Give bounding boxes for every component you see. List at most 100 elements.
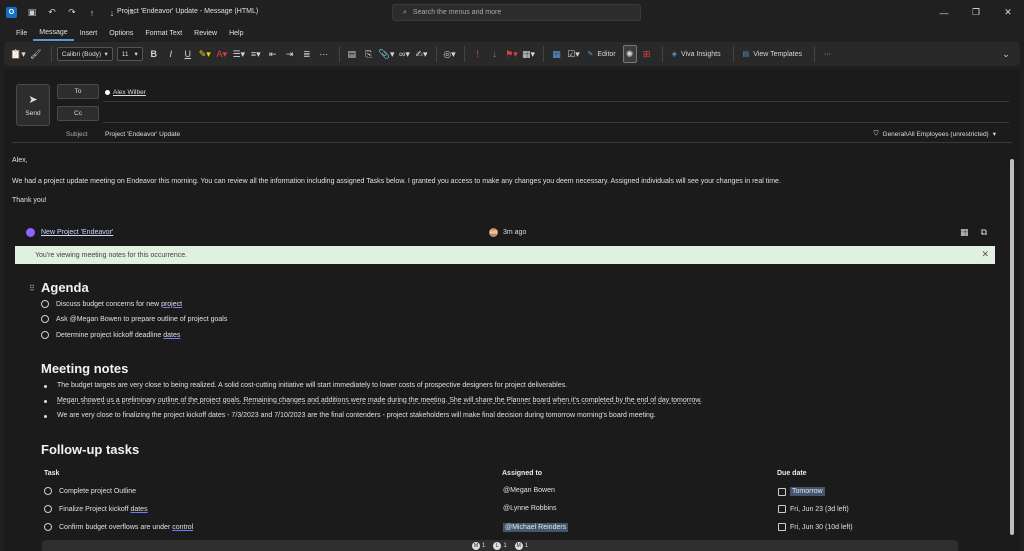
body-paragraph[interactable]: We had a project update meeting on Endea… [12, 178, 781, 185]
outlook-logo-icon: O [6, 7, 17, 18]
down-arrow-icon[interactable]: ↓ [107, 8, 117, 18]
presence-item[interactable]: M1 [471, 541, 485, 550]
categorize-icon[interactable]: ▦▾ [521, 45, 535, 63]
signature-icon[interactable]: ✍▾ [414, 45, 428, 63]
menu-review[interactable]: Review [188, 25, 223, 41]
menu-file[interactable]: File [10, 25, 33, 41]
list-item[interactable]: We are very close to finalizing the proj… [44, 412, 656, 419]
checkbox-circle-icon[interactable] [41, 300, 49, 308]
checkbox-circle-icon[interactable] [44, 505, 52, 513]
viva-insights-button[interactable]: ◈ Viva Insights [668, 45, 725, 63]
copy-icon[interactable]: ⧉ [981, 227, 987, 238]
numbering-icon[interactable]: ≡▾ [249, 45, 263, 63]
address-book-icon[interactable]: ▤ [345, 45, 359, 63]
due-cell[interactable]: Tomorrow [778, 487, 825, 496]
font-color-icon[interactable]: A▾ [215, 45, 229, 63]
avatar: M [514, 541, 523, 550]
table-row-task[interactable]: Complete project Outline [44, 487, 136, 495]
flag-icon[interactable]: ⚑▾ [504, 45, 518, 63]
checkbox-circle-icon[interactable] [41, 315, 49, 323]
sensitivity-icon[interactable]: ⊞ [640, 45, 654, 63]
menu-help[interactable]: Help [223, 25, 249, 41]
link-icon[interactable]: ∞▾ [397, 45, 411, 63]
decrease-indent-icon[interactable]: ⇤ [266, 45, 280, 63]
highlight-icon[interactable]: ✎▾ [198, 45, 212, 63]
send-button[interactable]: ➤ Send [16, 84, 50, 126]
voting-icon[interactable]: ☑▾ [566, 45, 580, 63]
column-header-due[interactable]: Due date [777, 470, 807, 477]
more-formatting-icon[interactable]: ··· [317, 45, 331, 63]
to-recipient[interactable]: Alex Wilber [105, 89, 146, 96]
bold-icon[interactable]: B [147, 45, 161, 63]
cc-button[interactable]: Cc [57, 106, 99, 121]
agenda-item[interactable]: Discuss budget concerns for new project [41, 300, 182, 308]
italic-icon[interactable]: I [164, 45, 178, 63]
calendar-icon [778, 487, 786, 496]
redo-icon[interactable]: ↷ [67, 7, 77, 18]
grid-icon[interactable]: ▦ [549, 45, 563, 63]
font-name-select[interactable]: Calibri (Body) ▾ [56, 47, 113, 61]
due-cell[interactable]: Fri, Jun 30 (10d left) [778, 523, 853, 531]
undo-icon[interactable]: ↶ [47, 7, 57, 18]
apps-grid-icon[interactable]: ▦ [960, 227, 969, 238]
drag-handle-icon[interactable]: ⠿ [29, 284, 35, 293]
avatar: M [471, 541, 480, 550]
font-size-select[interactable]: 11 ▾ [116, 47, 143, 61]
menu-options[interactable]: Options [103, 25, 139, 41]
close-icon[interactable]: ✕ [981, 249, 989, 260]
table-row-task[interactable]: Confirm budget overflows are under contr… [44, 523, 193, 531]
greeting[interactable]: Alex, [12, 157, 28, 164]
loop-component-icon[interactable]: ◎▾ [442, 45, 456, 63]
list-item[interactable]: The budget targets are very close to bei… [44, 382, 567, 389]
assigned-cell[interactable]: @Megan Bowen [503, 487, 555, 494]
column-header-task[interactable]: Task [44, 470, 59, 477]
loop-logo-icon [26, 228, 35, 237]
presence-item[interactable]: L1 [493, 541, 507, 550]
minimize-icon[interactable]: — [928, 0, 960, 25]
to-button[interactable]: To [57, 84, 99, 99]
editor-button[interactable]: ✎ Editor [583, 45, 619, 63]
low-importance-icon[interactable]: ↓ [487, 45, 501, 63]
menu-insert[interactable]: Insert [74, 25, 104, 41]
checkbox-circle-icon[interactable] [41, 331, 49, 339]
subject-field[interactable]: Project 'Endeavor' Update [105, 131, 180, 138]
search-input[interactable]: ⌕ Search the menus and more [392, 4, 641, 21]
close-icon[interactable]: ✕ [992, 0, 1024, 25]
cc-field[interactable] [103, 122, 1009, 123]
more-commands-button[interactable]: ··· [820, 45, 835, 63]
presence-item[interactable]: M1 [514, 541, 528, 550]
ribbon-collapse-icon[interactable]: ⌄ [999, 45, 1013, 63]
header-divider [12, 142, 1012, 143]
editor-label: Editor [597, 50, 616, 58]
agenda-item[interactable]: Ask @Megan Bowen to prepare outline of p… [41, 315, 227, 323]
column-header-assigned[interactable]: Assigned to [502, 470, 542, 477]
assigned-cell[interactable]: @Michael Reinders [503, 523, 569, 532]
table-row-task[interactable]: Finalize Project kickoff dates [44, 505, 148, 513]
restore-icon[interactable]: ❐ [960, 0, 992, 25]
due-cell[interactable]: Fri, Jun 23 (3d left) [778, 505, 849, 513]
save-icon[interactable]: ▣ [27, 7, 37, 18]
increase-indent-icon[interactable]: ⇥ [283, 45, 297, 63]
paste-icon[interactable]: 📋▾ [10, 45, 26, 63]
format-painter-icon[interactable]: 🖌 [29, 45, 43, 63]
checkbox-circle-icon[interactable] [44, 523, 52, 531]
up-arrow-icon[interactable]: ↑ [87, 8, 97, 18]
scrollbar[interactable] [1010, 159, 1014, 535]
immersive-reader-icon[interactable]: ✺ [622, 45, 637, 63]
menu-message[interactable]: Message [33, 25, 74, 41]
agenda-item[interactable]: Determine project kickoff deadline dates [41, 331, 180, 339]
underline-icon[interactable]: U [181, 45, 195, 63]
high-importance-icon[interactable]: ! [470, 45, 484, 63]
align-icon[interactable]: ≣ [300, 45, 314, 63]
menu-format-text[interactable]: Format Text [139, 25, 188, 41]
assigned-cell[interactable]: @Lynne Robbins [503, 505, 557, 512]
closing[interactable]: Thank you! [12, 197, 47, 204]
list-item[interactable]: Megan showed us a preliminary outline of… [44, 397, 702, 404]
sensitivity-label[interactable]: ⛉ General\All Employees (unrestricted) ▾ [874, 130, 996, 138]
checkbox-circle-icon[interactable] [44, 487, 52, 495]
view-templates-button[interactable]: ▤ View Templates [739, 45, 806, 63]
attach-file-icon[interactable]: 📎▾ [379, 45, 395, 63]
bullets-icon[interactable]: ☰▾ [232, 45, 246, 63]
check-names-icon[interactable]: ⎘ [362, 45, 376, 63]
loop-title-link[interactable]: New Project 'Endeavor' [26, 228, 113, 237]
